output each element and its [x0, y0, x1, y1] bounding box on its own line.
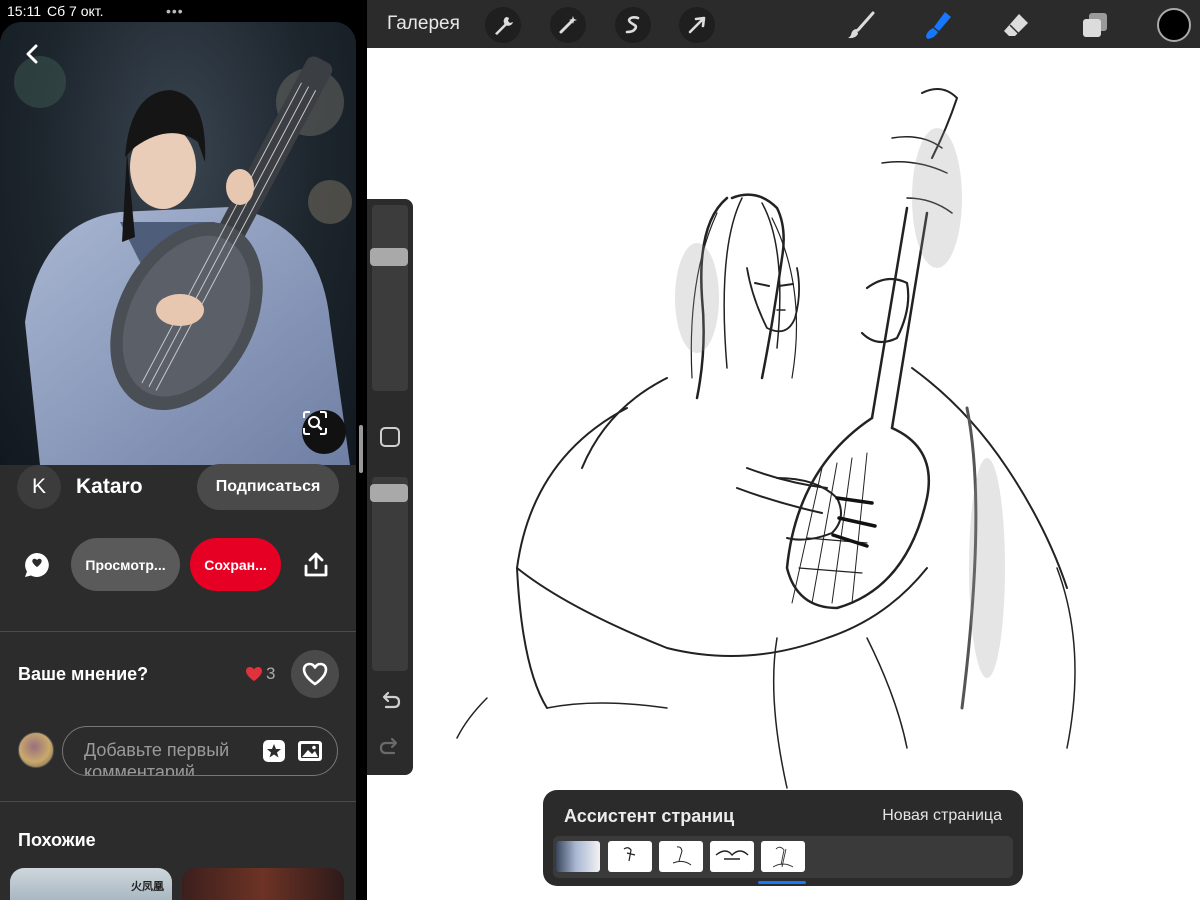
page-sketch-icon: [623, 847, 636, 862]
brush-icon: [848, 11, 875, 39]
eraser-tool-button[interactable]: [999, 8, 1033, 42]
share-icon[interactable]: [301, 550, 331, 580]
transform-button[interactable]: [679, 7, 715, 43]
sticker-icon[interactable]: [261, 738, 287, 764]
thumbnail-logo: 火凤凰: [131, 881, 164, 893]
page-assistant-title: Ассистент страниц: [564, 806, 735, 826]
page-assistant-panel: Ассистент страниц Новая страница: [543, 790, 1023, 886]
heart-outline-icon: [302, 662, 328, 686]
transform-arrow-icon: [688, 16, 706, 34]
split-view-handle[interactable]: [359, 425, 363, 473]
page-sketch-icon: [672, 846, 692, 866]
color-picker-button[interactable]: [1157, 8, 1191, 42]
image-icon[interactable]: [296, 738, 324, 764]
page-thumbnail[interactable]: [710, 841, 754, 872]
opacity-thumb[interactable]: [370, 484, 408, 502]
author-avatar[interactable]: K: [17, 465, 61, 509]
layers-button[interactable]: [1078, 8, 1112, 42]
smudge-icon: [926, 12, 951, 39]
actions-button[interactable]: [485, 7, 521, 43]
visual-search-button[interactable]: [302, 410, 346, 454]
new-page-button[interactable]: Новая страница: [882, 807, 1002, 825]
reaction-heart-icon: [246, 667, 262, 681]
status-date: Сб 7 окт.: [47, 3, 104, 19]
multitasking-dots[interactable]: •••: [166, 3, 184, 19]
modify-button[interactable]: [380, 427, 400, 447]
redo-icon[interactable]: [378, 733, 402, 757]
similar-section-title: Похожие: [18, 830, 96, 850]
opinion-label: Ваше мнение?: [18, 664, 149, 684]
drawing-canvas[interactable]: [367, 48, 1200, 900]
brush-tool-button[interactable]: [844, 8, 878, 42]
reaction-count[interactable]: 3: [245, 664, 275, 684]
pages-strip: [553, 836, 1013, 878]
save-button[interactable]: Сохран...: [190, 538, 281, 591]
gallery-button[interactable]: Галерея: [387, 13, 460, 35]
pin-actions: Просмотр... Сохран...: [0, 538, 356, 592]
page-sketch-icon: [772, 846, 794, 868]
page-thumbnail[interactable]: [761, 841, 805, 872]
photo-illustration: [14, 56, 352, 465]
pin-photo[interactable]: [0, 22, 356, 465]
follow-button[interactable]: Подписаться: [197, 464, 339, 510]
current-user-avatar: [18, 732, 54, 768]
react-button[interactable]: [291, 650, 339, 698]
back-button[interactable]: [24, 44, 52, 72]
similar-pin-thumbnail[interactable]: 火凤凰: [10, 868, 172, 900]
comment-input[interactable]: Добавьте первый комментарий: [62, 726, 338, 776]
eraser-icon: [1004, 14, 1028, 36]
selection-icon: [625, 16, 640, 34]
author-name[interactable]: Kataro: [76, 475, 143, 499]
smudge-tool-button[interactable]: [922, 8, 956, 42]
adjustments-button[interactable]: [550, 7, 586, 43]
opacity-slider[interactable]: [370, 477, 408, 671]
message-icon[interactable]: [22, 550, 52, 580]
author-row: K Kataro Подписаться: [17, 464, 339, 510]
reaction-count-value: 3: [266, 664, 276, 683]
page-thumbnail[interactable]: [608, 841, 652, 872]
layers-icon: [1083, 13, 1107, 37]
wrench-icon: [495, 17, 513, 35]
undo-icon[interactable]: [378, 687, 402, 711]
pin-detail-pane: K Kataro Подписаться Просмотр... Сохран.…: [0, 22, 356, 900]
procreate-sidebar: [367, 199, 413, 775]
procreate-toolbar: Галерея: [367, 0, 1200, 48]
brush-size-slider[interactable]: [370, 205, 408, 391]
view-button[interactable]: Просмотр...: [71, 538, 180, 591]
selected-page-indicator: [758, 881, 806, 884]
selection-button[interactable]: [615, 7, 651, 43]
sketch-illustration: [456, 88, 1076, 789]
brush-size-thumb[interactable]: [370, 248, 408, 266]
status-time: 15:11: [7, 3, 41, 19]
similar-pin-thumbnail[interactable]: [182, 868, 344, 900]
chevron-left-icon: [26, 44, 38, 64]
divider: [0, 631, 356, 632]
comment-placeholder: Добавьте первый комментарий: [84, 740, 230, 776]
divider: [0, 801, 356, 802]
page-thumbnail[interactable]: [556, 841, 600, 872]
page-thumbnail[interactable]: [659, 841, 703, 872]
page-sketch-icon: [715, 850, 749, 860]
lens-icon: [303, 411, 327, 435]
magic-wand-icon: [559, 16, 577, 34]
